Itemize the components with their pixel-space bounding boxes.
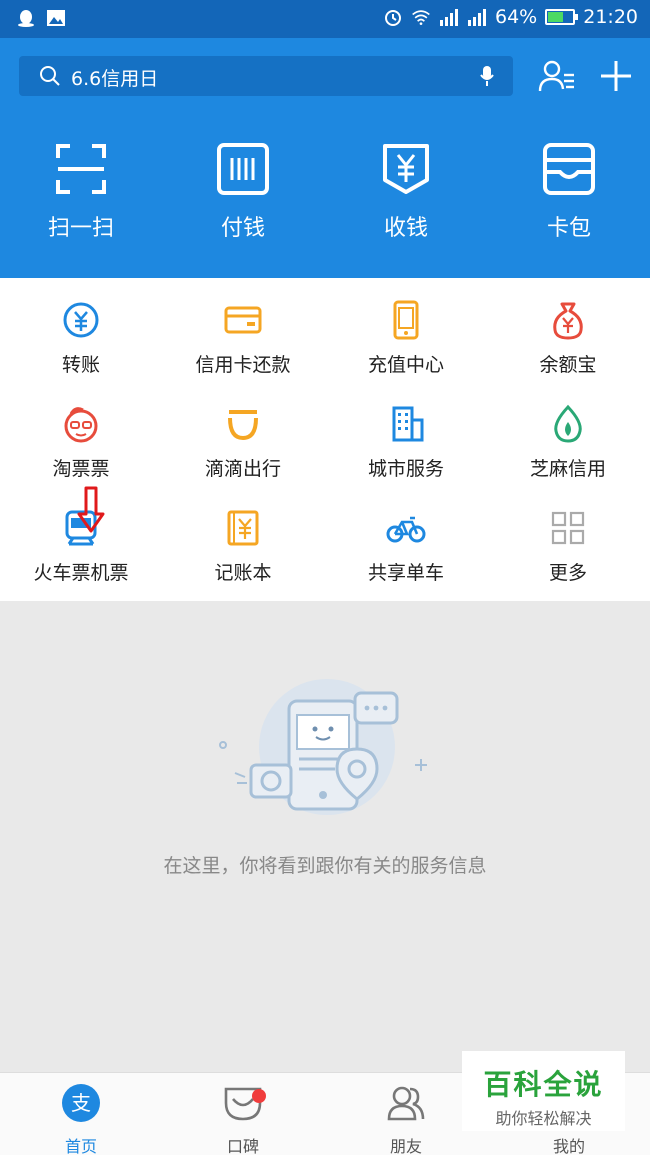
- svg-text:支: 支: [71, 1091, 91, 1115]
- service-didi[interactable]: 滴滴出行: [162, 382, 324, 486]
- receive-money-icon: [383, 144, 429, 194]
- empty-state-illustration: [219, 679, 427, 815]
- scan-icon: [56, 144, 106, 194]
- contacts-button[interactable]: [535, 56, 579, 96]
- card-wallet-icon: [543, 143, 595, 195]
- status-bar: 64% 21:20: [0, 0, 650, 38]
- card-wallet-button[interactable]: 卡包: [504, 142, 634, 242]
- service-label: 充值中心: [367, 354, 444, 376]
- service-yuebao[interactable]: 余额宝: [487, 278, 649, 382]
- microphone-icon[interactable]: [479, 65, 495, 87]
- service-label: 淘票票: [52, 458, 110, 480]
- tab-label: 口碑: [226, 1137, 259, 1155]
- phone-recharge-icon: [393, 300, 419, 340]
- service-more[interactable]: 更多: [487, 486, 649, 590]
- friends-icon: [387, 1086, 425, 1121]
- more-grid-icon: [551, 511, 585, 545]
- header: 6.6信用日 扫一扫 付钱 收钱 卡包: [0, 38, 650, 278]
- alipay-home-icon: 支: [62, 1084, 100, 1122]
- signal-icon-2: [468, 9, 486, 26]
- receive-money-label: 收钱: [383, 216, 428, 241]
- sesame-credit-icon: [554, 404, 582, 443]
- search-input[interactable]: 6.6信用日: [71, 64, 158, 91]
- battery-percent: 64%: [495, 6, 538, 28]
- battery-icon: [545, 9, 579, 25]
- service-sesame[interactable]: 芝麻信用: [487, 382, 649, 486]
- watermark-subtitle: 助你轻松解决: [495, 1109, 592, 1128]
- service-label: 城市服务: [367, 458, 444, 480]
- services-grid: 转账 信用卡还款 充值中心 余额宝 淘票票 滴滴出行 城市服务 芝麻信用 火车票…: [0, 278, 650, 601]
- add-button[interactable]: [594, 56, 638, 96]
- watermark-title: 百科全说: [483, 1068, 604, 1101]
- service-label: 火车票机票: [33, 562, 129, 584]
- contacts-icon: [538, 60, 574, 92]
- tab-koubei[interactable]: 口碑: [183, 1083, 303, 1155]
- receive-money-button[interactable]: 收钱: [341, 142, 471, 242]
- annotation-arrow-icon: [77, 486, 105, 533]
- tab-label: 首页: [64, 1137, 97, 1155]
- credit-card-icon: [224, 306, 262, 334]
- service-recharge[interactable]: 充值中心: [325, 278, 487, 382]
- signal-icon-1: [440, 9, 458, 26]
- transfer-icon: [63, 302, 99, 338]
- service-label: 信用卡还款: [195, 354, 291, 376]
- tab-friends[interactable]: 朋友: [346, 1083, 466, 1155]
- tab-label: 朋友: [389, 1137, 422, 1155]
- wifi-icon: [412, 10, 430, 25]
- bicycle-icon: [386, 516, 426, 543]
- service-bike[interactable]: 共享单车: [325, 486, 487, 590]
- service-label: 转账: [61, 354, 100, 376]
- money-bag-icon: [553, 302, 583, 340]
- alarm-icon: [385, 10, 401, 26]
- tab-label: 我的: [552, 1137, 585, 1155]
- scan-button[interactable]: 扫一扫: [16, 142, 146, 242]
- notification-dot: [252, 1089, 266, 1103]
- service-label: 记账本: [214, 562, 272, 584]
- service-taopiaopiao[interactable]: 淘票票: [0, 382, 162, 486]
- card-wallet-label: 卡包: [546, 216, 591, 241]
- city-building-icon: [392, 406, 424, 442]
- service-transfer[interactable]: 转账: [0, 278, 162, 382]
- account-book-icon: [227, 510, 259, 546]
- watermark: 百科全说 助你轻松解决: [462, 1051, 625, 1131]
- service-account-book[interactable]: 记账本: [162, 486, 324, 590]
- service-label: 芝麻信用: [529, 458, 606, 480]
- service-city[interactable]: 城市服务: [325, 382, 487, 486]
- scan-label: 扫一扫: [47, 216, 114, 241]
- search-bar[interactable]: 6.6信用日: [19, 56, 513, 96]
- pay-button[interactable]: 付钱: [178, 142, 308, 242]
- search-icon: [40, 66, 60, 86]
- service-label: 更多: [548, 562, 587, 584]
- pay-label: 付钱: [220, 216, 265, 241]
- plus-icon: [601, 61, 631, 91]
- clock: 21:20: [583, 6, 638, 28]
- empty-state-message: 在这里，你将看到跟你有关的服务信息: [163, 855, 487, 877]
- service-label: 共享单车: [367, 562, 444, 584]
- gallery-notification-icon: [47, 10, 65, 26]
- qq-notification-icon: [18, 10, 34, 27]
- barcode-icon: [217, 143, 269, 195]
- service-label: 滴滴出行: [204, 458, 281, 480]
- didi-icon: [228, 410, 258, 441]
- service-credit-card[interactable]: 信用卡还款: [162, 278, 324, 382]
- taopiaopiao-icon: [64, 407, 98, 443]
- tab-home[interactable]: 支 首页: [21, 1083, 141, 1155]
- service-label: 余额宝: [539, 354, 597, 376]
